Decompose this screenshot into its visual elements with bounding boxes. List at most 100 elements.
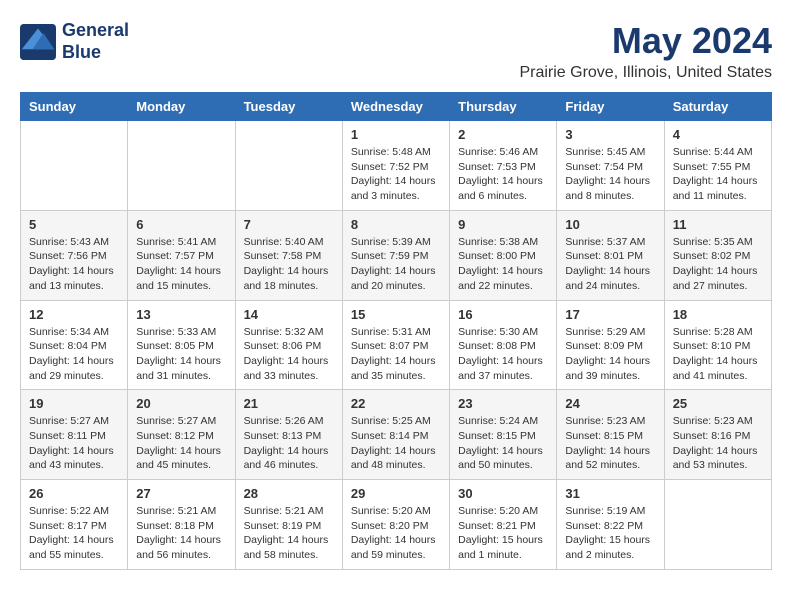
day-cell: 4 Sunrise: 5:44 AM Sunset: 7:55 PM Daylig… [664, 121, 771, 211]
day-number: 12 [29, 307, 119, 322]
day-number: 23 [458, 396, 548, 411]
day-cell: 9 Sunrise: 5:38 AM Sunset: 8:00 PM Daylig… [450, 210, 557, 300]
day-cell: 15 Sunrise: 5:31 AM Sunset: 8:07 PM Dayli… [342, 300, 449, 390]
day-number: 26 [29, 486, 119, 501]
day-info: Sunrise: 5:48 AM Sunset: 7:52 PM Dayligh… [351, 145, 441, 204]
day-cell: 11 Sunrise: 5:35 AM Sunset: 8:02 PM Dayli… [664, 210, 771, 300]
header-cell-thursday: Thursday [450, 93, 557, 121]
calendar-table: SundayMondayTuesdayWednesdayThursdayFrid… [20, 92, 772, 570]
day-cell: 16 Sunrise: 5:30 AM Sunset: 8:08 PM Dayli… [450, 300, 557, 390]
day-cell: 5Sunrise: 5:43 AM Sunset: 7:56 PM Daylig… [21, 210, 128, 300]
calendar-body: 1Sunrise: 5:48 AM Sunset: 7:52 PM Daylig… [21, 121, 772, 570]
day-info: Sunrise: 5:24 AM Sunset: 8:15 PM Dayligh… [458, 414, 548, 473]
day-cell: 23 Sunrise: 5:24 AM Sunset: 8:15 PM Dayli… [450, 390, 557, 480]
day-number: 22 [351, 396, 441, 411]
day-number: 29 [351, 486, 441, 501]
day-info: Sunrise: 5:45 AM Sunset: 7:54 PM Dayligh… [565, 145, 655, 204]
day-cell: 14Sunrise: 5:32 AM Sunset: 8:06 PM Dayli… [235, 300, 342, 390]
week-row-2: 5Sunrise: 5:43 AM Sunset: 7:56 PM Daylig… [21, 210, 772, 300]
day-number: 17 [565, 307, 655, 322]
day-info: Sunrise: 5:21 AM Sunset: 8:19 PM Dayligh… [244, 504, 334, 563]
day-cell: 27 Sunrise: 5:21 AM Sunset: 8:18 PM Dayli… [128, 480, 235, 570]
header-cell-tuesday: Tuesday [235, 93, 342, 121]
day-info: Sunrise: 5:37 AM Sunset: 8:01 PM Dayligh… [565, 235, 655, 294]
day-info: Sunrise: 5:38 AM Sunset: 8:00 PM Dayligh… [458, 235, 548, 294]
header-cell-saturday: Saturday [664, 93, 771, 121]
day-number: 13 [136, 307, 226, 322]
day-info: Sunrise: 5:34 AM Sunset: 8:04 PM Dayligh… [29, 325, 119, 384]
month-title: May 2024 [519, 20, 772, 62]
day-cell: 2 Sunrise: 5:46 AM Sunset: 7:53 PM Daylig… [450, 121, 557, 211]
day-number: 18 [673, 307, 763, 322]
day-number: 3 [565, 127, 655, 142]
day-info: Sunrise: 5:33 AM Sunset: 8:05 PM Dayligh… [136, 325, 226, 384]
logo-icon [20, 24, 56, 60]
day-number: 15 [351, 307, 441, 322]
day-cell: 13 Sunrise: 5:33 AM Sunset: 8:05 PM Dayli… [128, 300, 235, 390]
week-row-5: 26 Sunrise: 5:22 AM Sunset: 8:17 PM Dayli… [21, 480, 772, 570]
header-cell-wednesday: Wednesday [342, 93, 449, 121]
day-info: Sunrise: 5:46 AM Sunset: 7:53 PM Dayligh… [458, 145, 548, 204]
day-number: 8 [351, 217, 441, 232]
day-cell: 6Sunrise: 5:41 AM Sunset: 7:57 PM Daylig… [128, 210, 235, 300]
day-cell: 22 Sunrise: 5:25 AM Sunset: 8:14 PM Dayli… [342, 390, 449, 480]
location-title: Prairie Grove, Illinois, United States [519, 64, 772, 82]
day-info: Sunrise: 5:23 AM Sunset: 8:15 PM Dayligh… [565, 414, 655, 473]
logo: General Blue [20, 20, 129, 63]
day-info: Sunrise: 5:20 AM Sunset: 8:20 PM Dayligh… [351, 504, 441, 563]
day-info: Sunrise: 5:22 AM Sunset: 8:17 PM Dayligh… [29, 504, 119, 563]
day-info: Sunrise: 5:27 AM Sunset: 8:11 PM Dayligh… [29, 414, 119, 473]
day-cell: 20 Sunrise: 5:27 AM Sunset: 8:12 PM Dayli… [128, 390, 235, 480]
day-number: 2 [458, 127, 548, 142]
day-info: Sunrise: 5:25 AM Sunset: 8:14 PM Dayligh… [351, 414, 441, 473]
day-info: Sunrise: 5:44 AM Sunset: 7:55 PM Dayligh… [673, 145, 763, 204]
day-number: 25 [673, 396, 763, 411]
day-info: Sunrise: 5:35 AM Sunset: 8:02 PM Dayligh… [673, 235, 763, 294]
day-info: Sunrise: 5:40 AM Sunset: 7:58 PM Dayligh… [244, 235, 334, 294]
day-cell [235, 121, 342, 211]
day-cell: 10 Sunrise: 5:37 AM Sunset: 8:01 PM Dayli… [557, 210, 664, 300]
day-cell: 7Sunrise: 5:40 AM Sunset: 7:58 PM Daylig… [235, 210, 342, 300]
day-info: Sunrise: 5:30 AM Sunset: 8:08 PM Dayligh… [458, 325, 548, 384]
day-number: 4 [673, 127, 763, 142]
day-number: 9 [458, 217, 548, 232]
day-info: Sunrise: 5:26 AM Sunset: 8:13 PM Dayligh… [244, 414, 334, 473]
day-number: 5 [29, 217, 119, 232]
day-number: 30 [458, 486, 548, 501]
day-cell: 19 Sunrise: 5:27 AM Sunset: 8:11 PM Dayli… [21, 390, 128, 480]
day-cell: 12 Sunrise: 5:34 AM Sunset: 8:04 PM Dayli… [21, 300, 128, 390]
day-info: Sunrise: 5:28 AM Sunset: 8:10 PM Dayligh… [673, 325, 763, 384]
day-cell: 24 Sunrise: 5:23 AM Sunset: 8:15 PM Dayli… [557, 390, 664, 480]
day-number: 11 [673, 217, 763, 232]
day-info: Sunrise: 5:19 AM Sunset: 8:22 PM Dayligh… [565, 504, 655, 563]
calendar-header: SundayMondayTuesdayWednesdayThursdayFrid… [21, 93, 772, 121]
day-cell: 3 Sunrise: 5:45 AM Sunset: 7:54 PM Daylig… [557, 121, 664, 211]
day-info: Sunrise: 5:20 AM Sunset: 8:21 PM Dayligh… [458, 504, 548, 563]
day-cell [128, 121, 235, 211]
day-number: 24 [565, 396, 655, 411]
day-info: Sunrise: 5:32 AM Sunset: 8:06 PM Dayligh… [244, 325, 334, 384]
day-number: 16 [458, 307, 548, 322]
day-cell: 17 Sunrise: 5:29 AM Sunset: 8:09 PM Dayli… [557, 300, 664, 390]
header-cell-sunday: Sunday [21, 93, 128, 121]
day-info: Sunrise: 5:29 AM Sunset: 8:09 PM Dayligh… [565, 325, 655, 384]
day-number: 21 [244, 396, 334, 411]
day-info: Sunrise: 5:23 AM Sunset: 8:16 PM Dayligh… [673, 414, 763, 473]
header-cell-monday: Monday [128, 93, 235, 121]
day-cell: 30 Sunrise: 5:20 AM Sunset: 8:21 PM Dayli… [450, 480, 557, 570]
day-cell: 31Sunrise: 5:19 AM Sunset: 8:22 PM Dayli… [557, 480, 664, 570]
title-area: May 2024 Prairie Grove, Illinois, United… [519, 20, 772, 82]
day-cell [21, 121, 128, 211]
week-row-1: 1Sunrise: 5:48 AM Sunset: 7:52 PM Daylig… [21, 121, 772, 211]
day-info: Sunrise: 5:27 AM Sunset: 8:12 PM Dayligh… [136, 414, 226, 473]
day-number: 19 [29, 396, 119, 411]
day-number: 27 [136, 486, 226, 501]
week-row-3: 12 Sunrise: 5:34 AM Sunset: 8:04 PM Dayli… [21, 300, 772, 390]
day-number: 20 [136, 396, 226, 411]
day-info: Sunrise: 5:21 AM Sunset: 8:18 PM Dayligh… [136, 504, 226, 563]
day-number: 6 [136, 217, 226, 232]
day-info: Sunrise: 5:31 AM Sunset: 8:07 PM Dayligh… [351, 325, 441, 384]
header-cell-friday: Friday [557, 93, 664, 121]
day-number: 10 [565, 217, 655, 232]
day-cell: 29 Sunrise: 5:20 AM Sunset: 8:20 PM Dayli… [342, 480, 449, 570]
